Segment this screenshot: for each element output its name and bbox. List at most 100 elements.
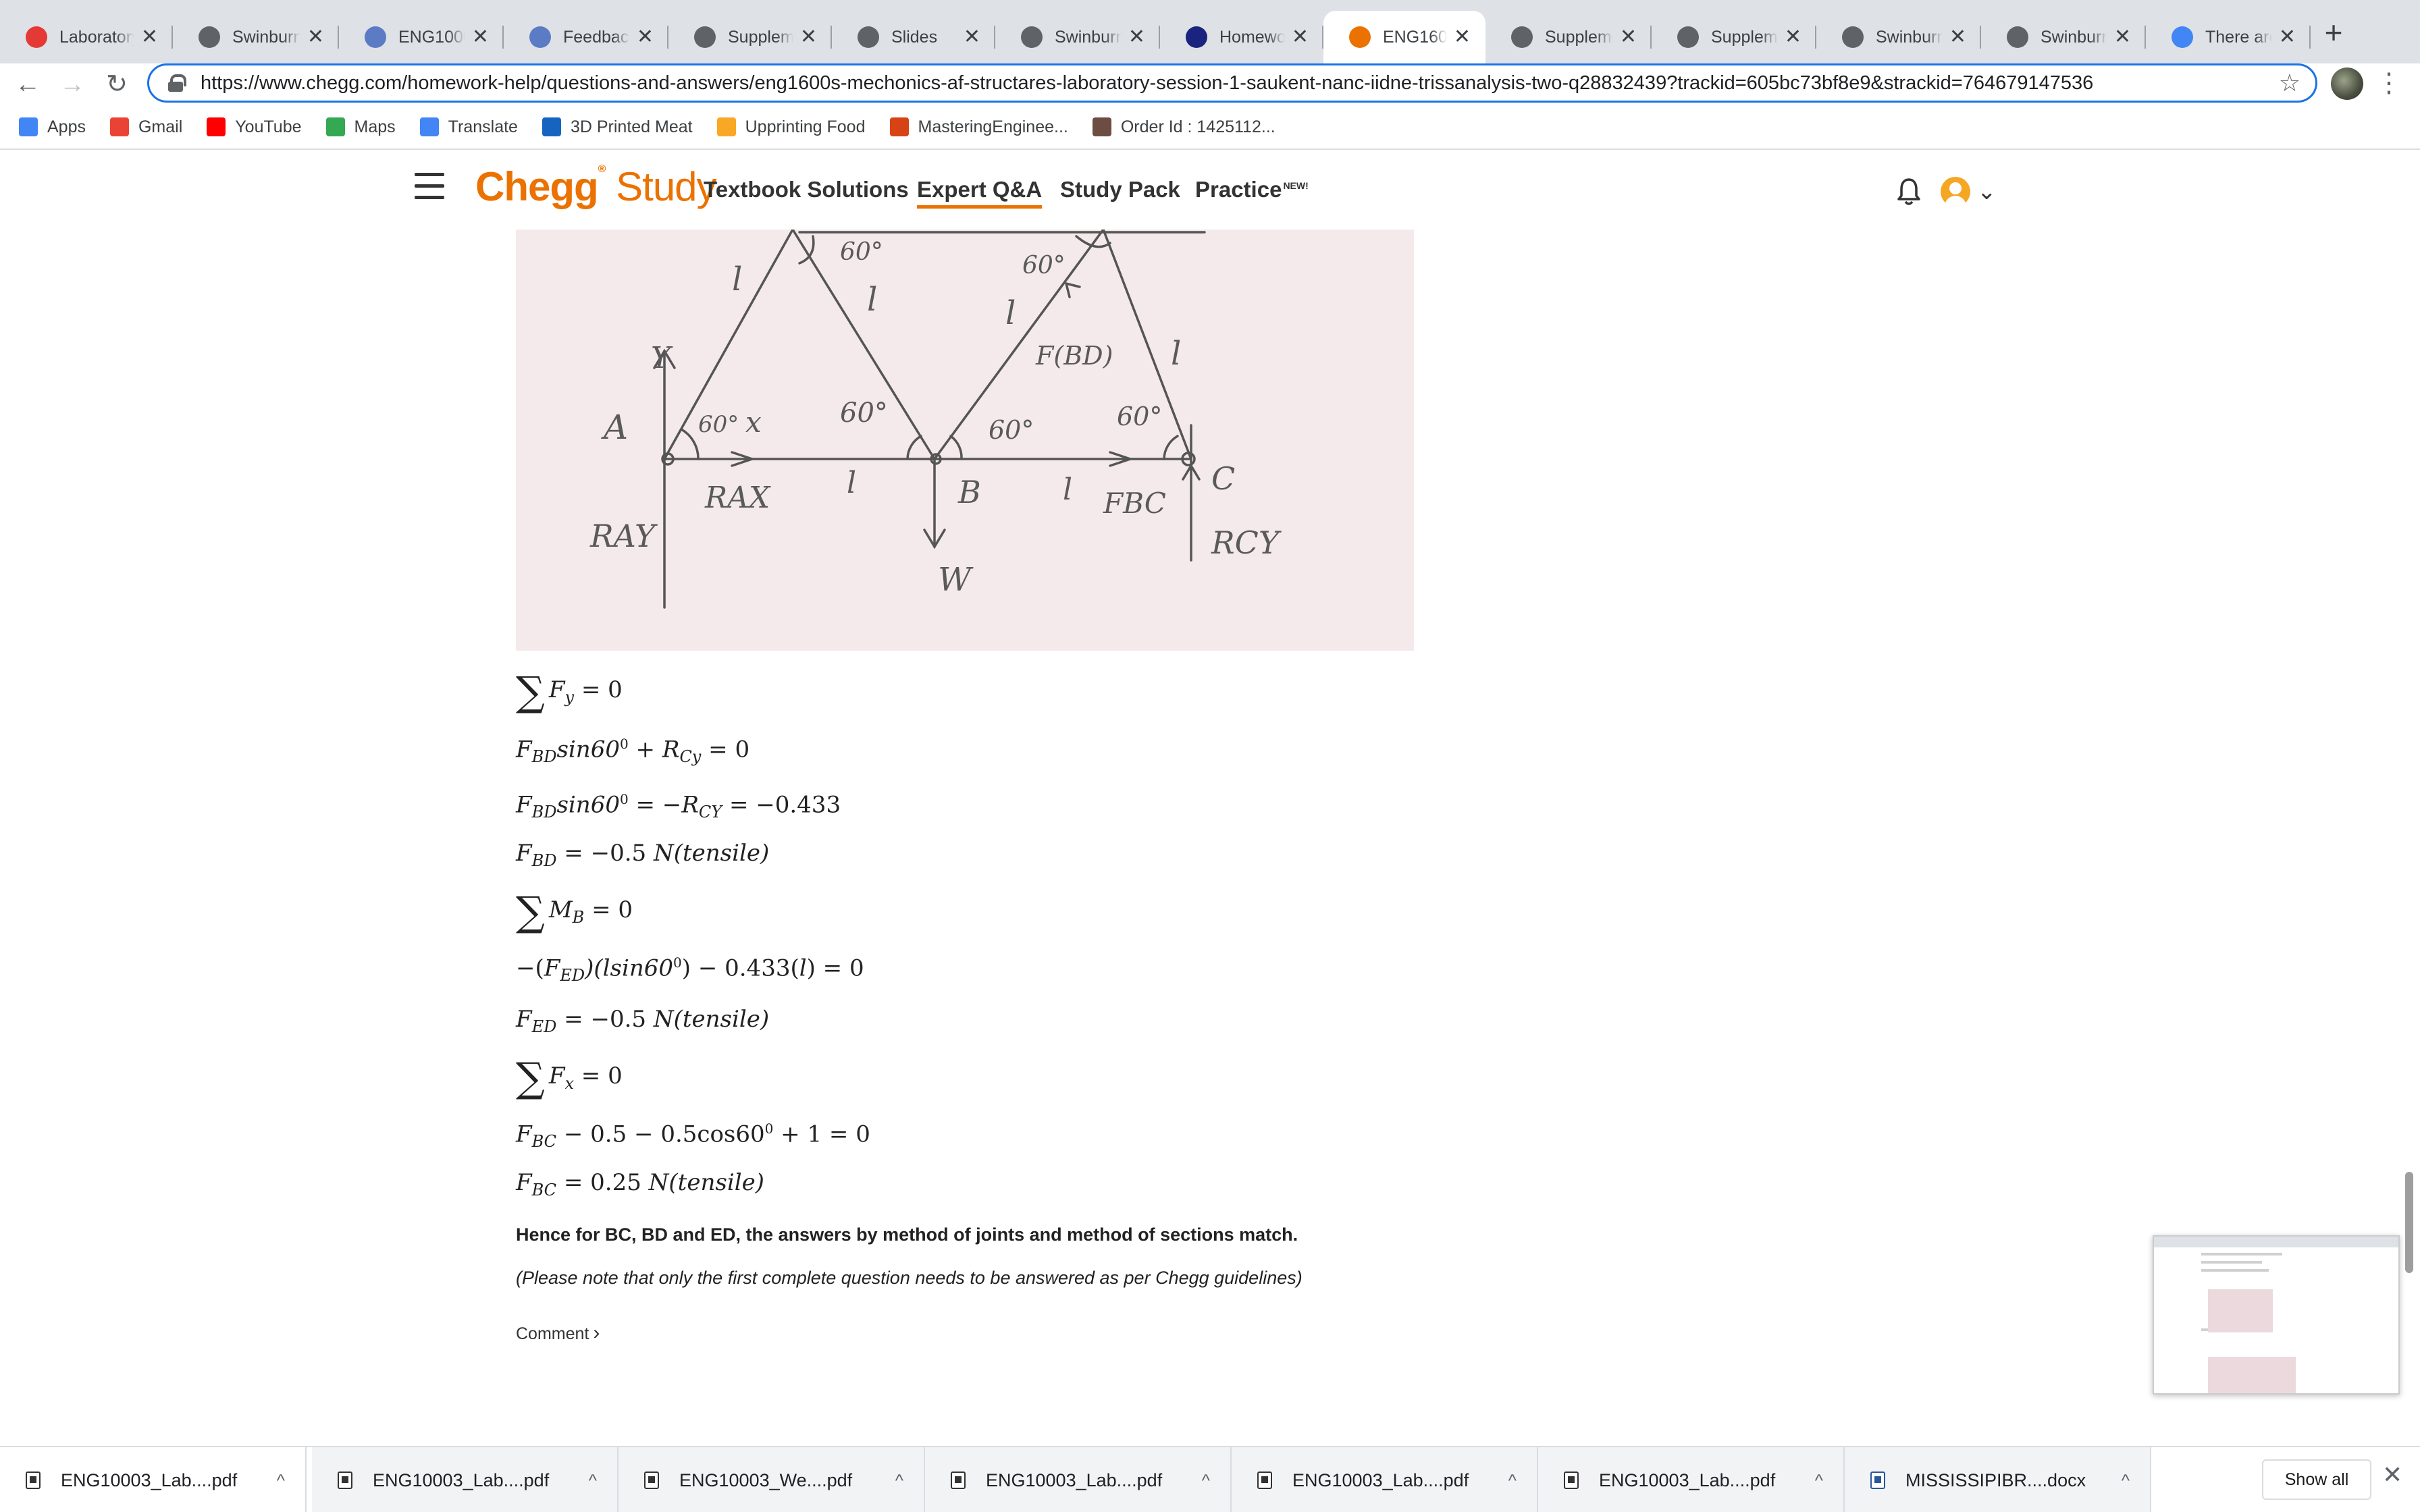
answer-conclusion: Hence for BC, BD and ED, the answers by … — [516, 1224, 1298, 1245]
download-item[interactable]: ENG10003_We....pdf ^ — [619, 1447, 925, 1512]
tab-close-icon[interactable]: ✕ — [472, 27, 489, 47]
globe-icon — [2007, 26, 2028, 48]
page-overview-thumbnail[interactable] — [2153, 1235, 2400, 1395]
chevron-up-icon[interactable]: ^ — [1508, 1470, 1517, 1491]
bookmark-item[interactable]: MasteringEnginee... — [889, 117, 1068, 137]
browser-tab[interactable]: Swinburne ✕ — [1981, 11, 2146, 63]
eq-term: F — [548, 676, 565, 703]
browser-tab[interactable]: Feedback ✕ — [504, 11, 668, 63]
sketch-label-b: B — [957, 474, 981, 510]
download-item[interactable]: MISSISSIPIBR....docx ^ — [1845, 1447, 2151, 1512]
apps-grid-icon — [19, 117, 38, 136]
bookmark-label: Order Id : 1425112... — [1120, 117, 1275, 136]
comment-label: Comment — [516, 1324, 589, 1343]
tab-close-icon[interactable]: ✕ — [1949, 27, 1966, 47]
bookmark-item[interactable]: Gmail — [109, 117, 182, 137]
tab-title: Swinburne — [2041, 27, 2107, 47]
sketch-label-l6: l — [1063, 473, 1072, 507]
eq-sub: Cy — [679, 747, 702, 767]
nav-study-pack[interactable]: Study Pack — [1060, 177, 1180, 202]
chevron-up-icon[interactable]: ^ — [895, 1470, 903, 1491]
tab-close-icon[interactable]: ✕ — [1454, 27, 1471, 47]
bookmark-item[interactable]: 3D Printed Meat — [542, 117, 693, 137]
browser-tab[interactable]: Swinburne ✕ — [173, 11, 339, 63]
tab-close-icon[interactable]: ✕ — [307, 27, 324, 47]
tab-close-icon[interactable]: ✕ — [637, 27, 654, 47]
reload-icon[interactable]: ↻ — [99, 66, 135, 103]
tab-close-icon[interactable]: ✕ — [1620, 27, 1637, 47]
browser-tab[interactable]: Homework ✕ — [1160, 11, 1323, 63]
chevron-down-icon[interactable]: ⌄ — [1977, 178, 1997, 205]
tab-close-icon[interactable]: ✕ — [1292, 27, 1309, 47]
back-arrow-icon[interactable]: ← — [9, 66, 46, 103]
chevron-up-icon[interactable]: ^ — [2122, 1470, 2130, 1491]
bookmark-star-icon[interactable]: ☆ — [2279, 69, 2300, 97]
browser-menu-icon[interactable]: ⋮ — [2375, 63, 2402, 103]
lock-icon[interactable] — [167, 74, 186, 92]
address-bar[interactable]: https://www.chegg.com/homework-help/ques… — [147, 63, 2317, 103]
tab-close-icon[interactable]: ✕ — [141, 27, 158, 47]
tab-title: Swinburne — [1876, 27, 1943, 47]
bell-icon[interactable] — [1895, 177, 1923, 207]
bookmark-item[interactable]: Upprinting Food — [716, 117, 866, 137]
browser-tab[interactable]: There are ✕ — [2146, 11, 2311, 63]
bookmark-item[interactable]: Translate — [419, 117, 518, 137]
browser-tab[interactable]: Supplementary ✕ — [668, 11, 832, 63]
tab-close-icon[interactable]: ✕ — [2114, 27, 2131, 47]
chevron-up-icon[interactable]: ^ — [1202, 1470, 1210, 1491]
chevron-up-icon[interactable]: ^ — [277, 1470, 285, 1491]
new-tab-button[interactable]: + — [2316, 15, 2351, 50]
show-all-downloads-button[interactable]: Show all — [2262, 1459, 2371, 1500]
nav-textbook-solutions[interactable]: Textbook Solutions — [704, 177, 909, 202]
translate-icon — [419, 117, 439, 136]
chevron-up-icon[interactable]: ^ — [1815, 1470, 1823, 1491]
eq-sup: 0 — [673, 954, 682, 971]
nav-practice[interactable]: Practice NEW! — [1195, 177, 1309, 202]
browser-profile-avatar[interactable] — [2331, 68, 2363, 100]
globe-icon — [1511, 26, 1533, 48]
bookmark-item[interactable]: Order Id : 1425112... — [1092, 117, 1275, 137]
hamburger-menu-icon[interactable] — [415, 173, 444, 200]
forward-arrow-icon[interactable]: → — [54, 66, 90, 103]
globe-icon — [1021, 26, 1043, 48]
download-item[interactable]: ENG10003_Lab....pdf ^ — [1232, 1447, 1538, 1512]
tab-close-icon[interactable]: ✕ — [1128, 27, 1145, 47]
download-item[interactable]: ENG10003_Lab....pdf ^ — [925, 1447, 1232, 1512]
chevron-up-icon[interactable]: ^ — [589, 1470, 597, 1491]
equation-sum-mb: ∑ MB = 0 — [516, 888, 633, 936]
browser-tab[interactable]: ENG10003 ✕ — [339, 11, 504, 63]
download-item[interactable]: ENG10003_Lab....pdf ^ — [0, 1447, 307, 1512]
eq-unit: N — [653, 840, 674, 867]
bookmark-item[interactable]: Maps — [325, 117, 396, 137]
tab-close-icon[interactable]: ✕ — [2279, 27, 2296, 47]
close-downloads-icon[interactable]: ✕ — [2382, 1461, 2402, 1489]
tab-close-icon[interactable]: ✕ — [1785, 27, 1801, 47]
browser-tab[interactable]: Slides ✕ — [832, 11, 995, 63]
browser-tab[interactable]: Swinburne ✕ — [995, 11, 1160, 63]
download-item[interactable]: ENG10003_Lab....pdf ^ — [1538, 1447, 1845, 1512]
browser-tab[interactable]: Laboratory ✕ — [0, 11, 173, 63]
sketch-label-x: x — [745, 406, 762, 439]
sketch-label-fbd: F(BD) — [1035, 341, 1113, 371]
browser-tab[interactable]: Supplementary ✕ — [1485, 11, 1652, 63]
url-text[interactable]: https://www.chegg.com/homework-help/ques… — [201, 72, 2279, 94]
eq-sub: x — [564, 1073, 574, 1093]
eq-sub: BD — [531, 803, 557, 822]
word-file-icon — [1870, 1472, 1885, 1489]
bookmark-item[interactable]: Apps — [19, 117, 86, 137]
chegg-study-logo[interactable]: Chegg® Study — [475, 163, 717, 210]
nav-expert-qa[interactable]: Expert Q&A — [917, 177, 1043, 209]
browser-tab[interactable]: Supplementary ✕ — [1652, 11, 1816, 63]
page-scrollbar-thumb[interactable] — [2405, 1172, 2413, 1273]
tab-close-icon[interactable]: ✕ — [800, 27, 817, 47]
tab-title: Homework — [1219, 27, 1285, 47]
tab-title: Feedback — [563, 27, 630, 47]
browser-tab[interactable]: ENG1600s ✕ — [1323, 11, 1485, 63]
user-avatar[interactable] — [1941, 177, 1970, 207]
globe-icon — [1842, 26, 1864, 48]
download-item[interactable]: ENG10003_Lab....pdf ^ — [312, 1447, 619, 1512]
comment-link[interactable]: Comment › — [516, 1322, 600, 1345]
browser-tab[interactable]: Swinburne ✕ — [1816, 11, 1981, 63]
tab-close-icon[interactable]: ✕ — [964, 27, 980, 47]
bookmark-item[interactable]: YouTube — [207, 117, 302, 137]
